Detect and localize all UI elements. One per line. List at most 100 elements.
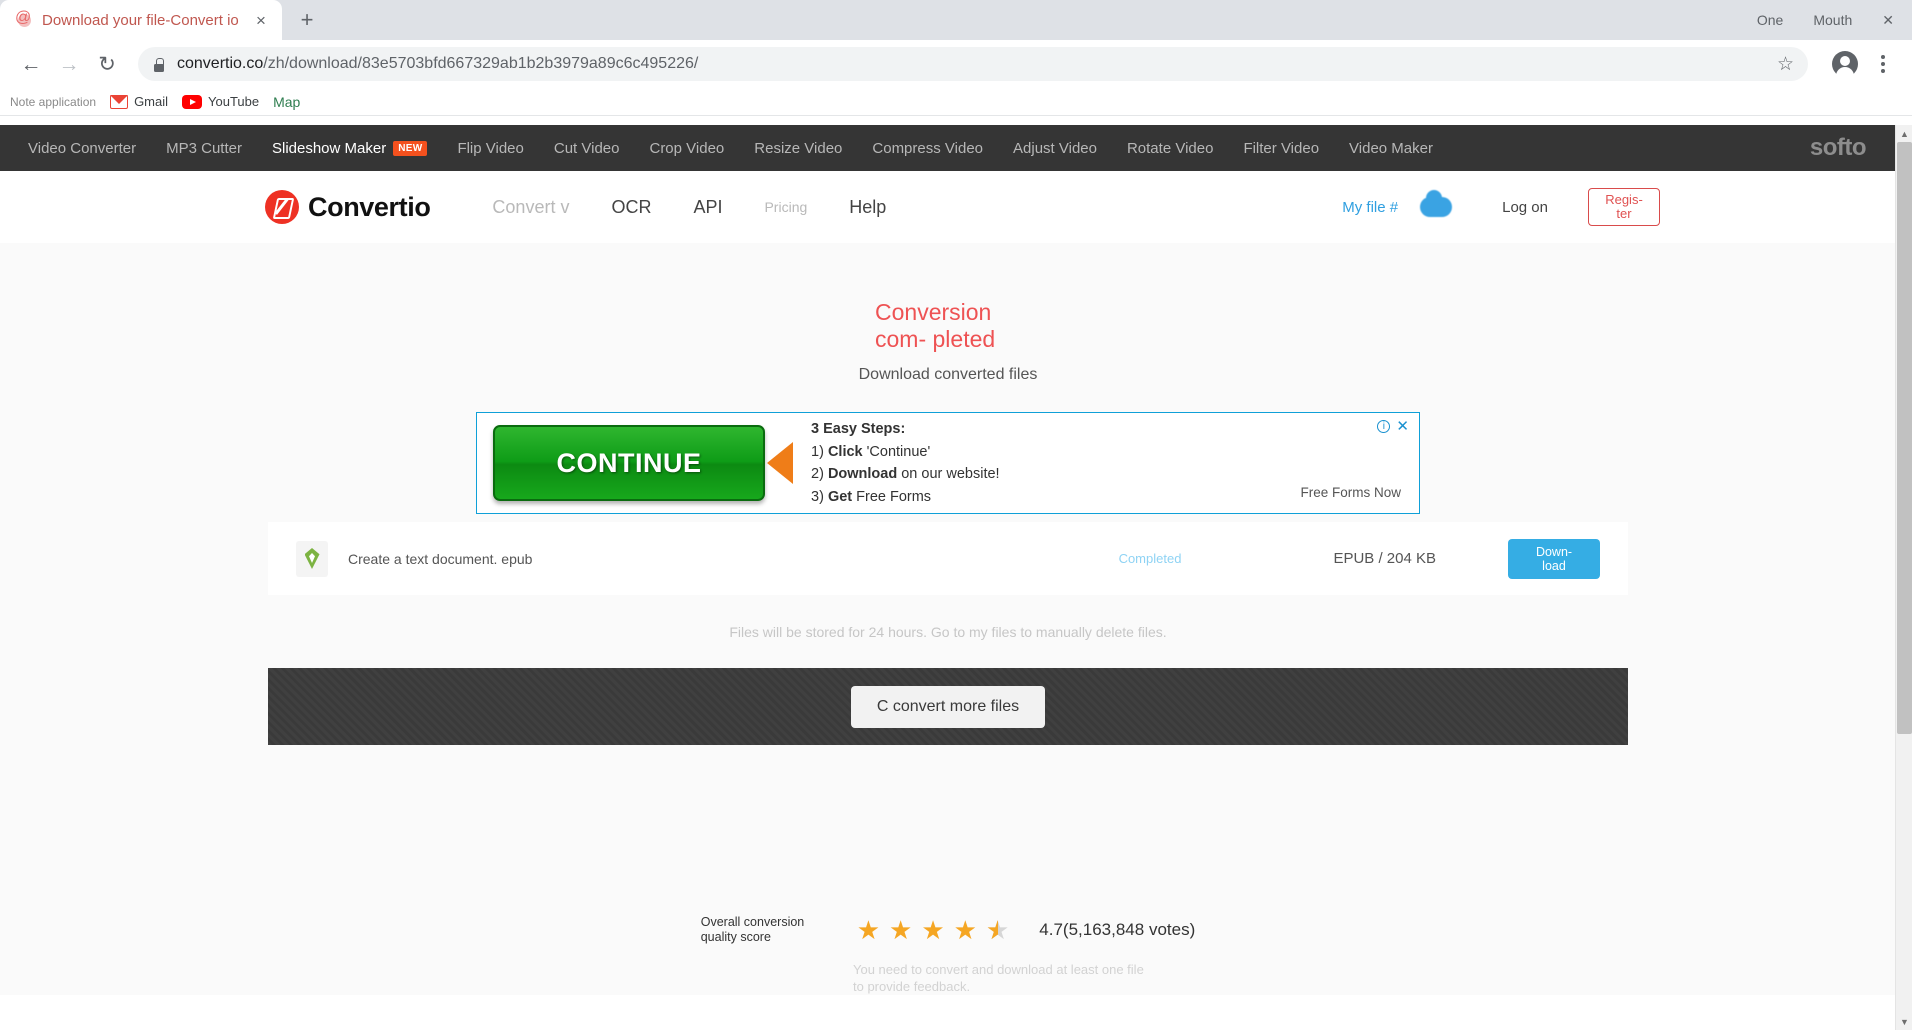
topnav-adjust-video[interactable]: Adjust Video	[1013, 140, 1097, 157]
header-right-actions: My file # Log on Regis-ter	[1342, 188, 1660, 226]
window-close-icon[interactable]: ✕	[1882, 13, 1894, 27]
rating-section: Overall conversion quality score ★ ★ ★ ★…	[0, 915, 1896, 945]
youtube-icon	[182, 94, 203, 109]
topnav-crop-video[interactable]: Crop Video	[649, 140, 724, 157]
address-bar[interactable]: convertio.co/zh/download/83e5703bfd66732…	[138, 47, 1808, 81]
topnav-video-maker[interactable]: Video Maker	[1349, 140, 1433, 157]
topnav-filter-video[interactable]: Filter Video	[1243, 140, 1319, 157]
bookmark-map[interactable]: Map	[273, 94, 300, 110]
bookmarks-bar: Note application Gmail YouTube Map	[0, 88, 1912, 116]
forward-icon[interactable]: →	[52, 47, 86, 81]
tab-strip: Download your file-Convert io × + One Mo…	[0, 0, 1912, 40]
star-icon-2[interactable]: ★	[889, 917, 912, 943]
page-viewport: Video Converter MP3 Cutter Slideshow Mak…	[0, 125, 1912, 1030]
site-header: Convertio Convert v OCR API Pricing Help…	[0, 171, 1896, 243]
ad-continue-button[interactable]: CONTINUE	[493, 425, 765, 501]
file-meta: EPUB / 204 KB	[1333, 550, 1436, 567]
star-icon-4[interactable]: ★	[954, 917, 977, 943]
window-controls: One Mouth ✕	[1757, 0, 1912, 40]
ad-step-2: 2) Download on our website!	[811, 466, 1000, 482]
ad-close-icon[interactable]: ✕	[1396, 419, 1409, 434]
gmail-icon	[110, 94, 129, 109]
softo-top-nav: Video Converter MP3 Cutter Slideshow Mak…	[0, 125, 1896, 171]
convert-more-files-button[interactable]: C convert more files	[850, 685, 1046, 728]
softo-logo: softo	[1809, 134, 1867, 161]
nav-help[interactable]: Help	[849, 197, 886, 218]
lock-icon	[152, 57, 165, 72]
browser-toolbar: ← → ↻ convertio.co/zh/download/83e5703bf…	[0, 40, 1912, 88]
back-icon[interactable]: ←	[14, 47, 48, 81]
window-label-mouth: Mouth	[1813, 12, 1853, 28]
nav-convert[interactable]: Convert v	[492, 197, 569, 218]
browser-window: Download your file-Convert io × + One Mo…	[0, 0, 1912, 1030]
url-text: convertio.co/zh/download/83e5703bfd66732…	[177, 55, 698, 73]
convertio-logo[interactable]: Convertio	[265, 190, 431, 224]
page-title-line2: pleted	[932, 326, 996, 352]
browser-tab[interactable]: Download your file-Convert io ×	[0, 0, 282, 40]
menu-kebab-icon[interactable]	[1868, 49, 1898, 79]
download-button[interactable]: Down-load	[1508, 538, 1600, 579]
topnav-resize-video[interactable]: Resize Video	[754, 140, 842, 157]
bookmark-youtube-label: YouTube	[208, 94, 260, 109]
topnav-slideshow-maker-label: Slideshow Maker	[271, 139, 387, 157]
my-file-link[interactable]: My file #	[1342, 199, 1398, 216]
ad-step-3: 3) Get Free Forms	[811, 488, 932, 505]
topnav-video-converter[interactable]: Video Converter	[28, 140, 136, 157]
topnav-slideshow-maker[interactable]: Slideshow Maker NEW	[271, 139, 428, 157]
bookmark-gmail[interactable]: Gmail	[110, 94, 168, 109]
ad-step-1: 1) Click 'Continue'	[811, 443, 931, 460]
storage-note: Files will be stored for 24 hours. Go to…	[268, 595, 1628, 668]
convertio-logo-icon	[265, 190, 299, 224]
nav-api[interactable]: API	[693, 197, 722, 218]
ad-arrow-icon	[767, 442, 793, 484]
reload-icon[interactable]: ↻	[90, 47, 124, 81]
ad-banner[interactable]: CONTINUE 3 Easy Steps: 1) Click 'Continu…	[476, 412, 1420, 514]
feedback-note: You need to convert and download at leas…	[853, 962, 1144, 994]
nav-ocr[interactable]: OCR	[611, 197, 651, 218]
bookmark-star-icon[interactable]: ☆	[1777, 53, 1794, 76]
topnav-mp3-cutter[interactable]: MP3 Cutter	[166, 140, 242, 157]
topnav-compress-video[interactable]: Compress Video	[872, 140, 983, 157]
ad-continue-label: CONTINUE	[556, 447, 702, 478]
topnav-flip-video[interactable]: Flip Video	[457, 140, 523, 157]
profile-avatar-icon[interactable]	[1832, 51, 1858, 78]
window-label-one: One	[1756, 12, 1784, 28]
ad-info-icon[interactable]: i	[1377, 420, 1391, 433]
ad-steps-title: 3 Easy Steps:	[811, 421, 906, 437]
page-content: Video Converter MP3 Cutter Slideshow Mak…	[0, 125, 1896, 995]
star-icon-1[interactable]: ★	[857, 917, 880, 943]
topnav-cut-video[interactable]: Cut Video	[554, 140, 620, 157]
tab-title: Download your file-Convert io	[42, 11, 239, 29]
file-name: Create a text document. epub	[348, 550, 533, 567]
star-icon-5-half[interactable]: ★	[986, 917, 1009, 943]
topnav-rotate-video[interactable]: Rotate Video	[1127, 140, 1213, 157]
file-row: Create a text document. epub Completed E…	[268, 522, 1628, 595]
convertio-logo-text: Convertio	[308, 191, 431, 222]
register-button[interactable]: Regis-ter	[1588, 188, 1660, 226]
nav-pricing[interactable]: Pricing	[764, 199, 807, 215]
epub-file-icon	[296, 540, 328, 577]
scroll-up-icon[interactable]: ▲	[1896, 125, 1912, 142]
new-badge: NEW	[393, 140, 428, 156]
scrollbar-thumb[interactable]	[1897, 142, 1912, 734]
url-path: /zh/download/83e5703bfd667329ab1b2b3979a…	[263, 55, 699, 72]
page-subtitle: Download converted files	[858, 366, 1038, 383]
bookmark-note-application[interactable]: Note application	[10, 95, 96, 109]
new-tab-button[interactable]: +	[290, 3, 324, 37]
register-label: Regis-ter	[1605, 192, 1643, 221]
bookmark-youtube[interactable]: YouTube	[182, 94, 259, 109]
close-icon[interactable]: ×	[250, 9, 272, 31]
convert-more-strip: C convert more files	[268, 668, 1628, 745]
download-label: Down-load	[1535, 544, 1573, 573]
star-icon-3[interactable]: ★	[921, 917, 944, 943]
scroll-down-icon[interactable]: ▼	[1896, 1013, 1912, 1030]
bookmark-gmail-label: Gmail	[134, 94, 169, 109]
main-content: Conversion com- pleted Download converte…	[0, 243, 1896, 995]
ad-advertiser: Free Forms Now	[1300, 485, 1401, 500]
page-title: Conversion com- pleted	[863, 299, 1033, 353]
log-on-link[interactable]: Log on	[1502, 199, 1548, 216]
at-sign-icon	[15, 9, 34, 29]
page-scrollbar[interactable]: ▲ ▼	[1895, 125, 1912, 1030]
star-rating[interactable]: ★ ★ ★ ★ ★	[857, 917, 1010, 943]
cloud-icon	[1420, 190, 1453, 217]
